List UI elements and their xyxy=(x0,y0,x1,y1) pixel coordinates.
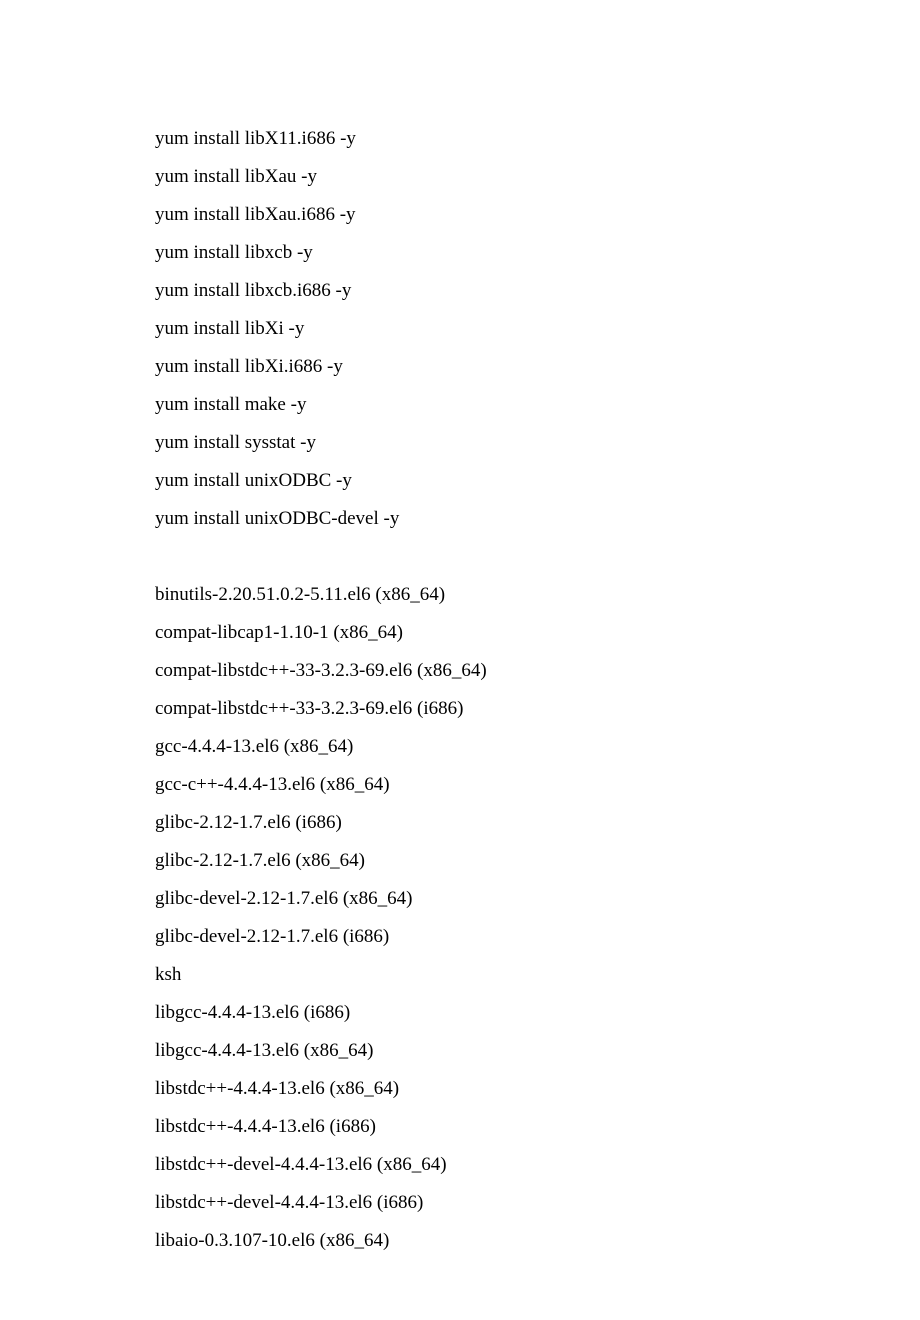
package-line: ksh xyxy=(155,956,765,994)
command-line: yum install libX11.i686 -y xyxy=(155,120,765,158)
package-line: compat-libstdc++-33-3.2.3-69.el6 (x86_64… xyxy=(155,652,765,690)
document-page: yum install libX11.i686 -y yum install l… xyxy=(0,0,920,1320)
package-line: libgcc-4.4.4-13.el6 (x86_64) xyxy=(155,1032,765,1070)
package-line: compat-libstdc++-33-3.2.3-69.el6 (i686) xyxy=(155,690,765,728)
command-line: yum install libxcb.i686 -y xyxy=(155,272,765,310)
package-line: gcc-4.4.4-13.el6 (x86_64) xyxy=(155,728,765,766)
command-line: yum install libxcb -y xyxy=(155,234,765,272)
command-line: yum install make -y xyxy=(155,386,765,424)
command-line: yum install libXau.i686 -y xyxy=(155,196,765,234)
package-line: libstdc++-4.4.4-13.el6 (x86_64) xyxy=(155,1070,765,1108)
package-line: binutils-2.20.51.0.2-5.11.el6 (x86_64) xyxy=(155,576,765,614)
command-line: yum install unixODBC -y xyxy=(155,462,765,500)
package-line: glibc-devel-2.12-1.7.el6 (i686) xyxy=(155,918,765,956)
package-line: libgcc-4.4.4-13.el6 (i686) xyxy=(155,994,765,1032)
package-line: libstdc++-devel-4.4.4-13.el6 (x86_64) xyxy=(155,1146,765,1184)
command-line: yum install unixODBC-devel -y xyxy=(155,500,765,538)
package-line: libstdc++-devel-4.4.4-13.el6 (i686) xyxy=(155,1184,765,1222)
package-line: glibc-2.12-1.7.el6 (i686) xyxy=(155,804,765,842)
packages-section: binutils-2.20.51.0.2-5.11.el6 (x86_64) c… xyxy=(155,576,765,1260)
package-line: gcc-c++-4.4.4-13.el6 (x86_64) xyxy=(155,766,765,804)
package-line: glibc-devel-2.12-1.7.el6 (x86_64) xyxy=(155,880,765,918)
package-line: glibc-2.12-1.7.el6 (x86_64) xyxy=(155,842,765,880)
package-line: libaio-0.3.107-10.el6 (x86_64) xyxy=(155,1222,765,1260)
commands-section: yum install libX11.i686 -y yum install l… xyxy=(155,120,765,538)
command-line: yum install libXi -y xyxy=(155,310,765,348)
section-separator xyxy=(155,538,765,576)
command-line: yum install sysstat -y xyxy=(155,424,765,462)
package-line: libstdc++-4.4.4-13.el6 (i686) xyxy=(155,1108,765,1146)
command-line: yum install libXau -y xyxy=(155,158,765,196)
command-line: yum install libXi.i686 -y xyxy=(155,348,765,386)
package-line: compat-libcap1-1.10-1 (x86_64) xyxy=(155,614,765,652)
